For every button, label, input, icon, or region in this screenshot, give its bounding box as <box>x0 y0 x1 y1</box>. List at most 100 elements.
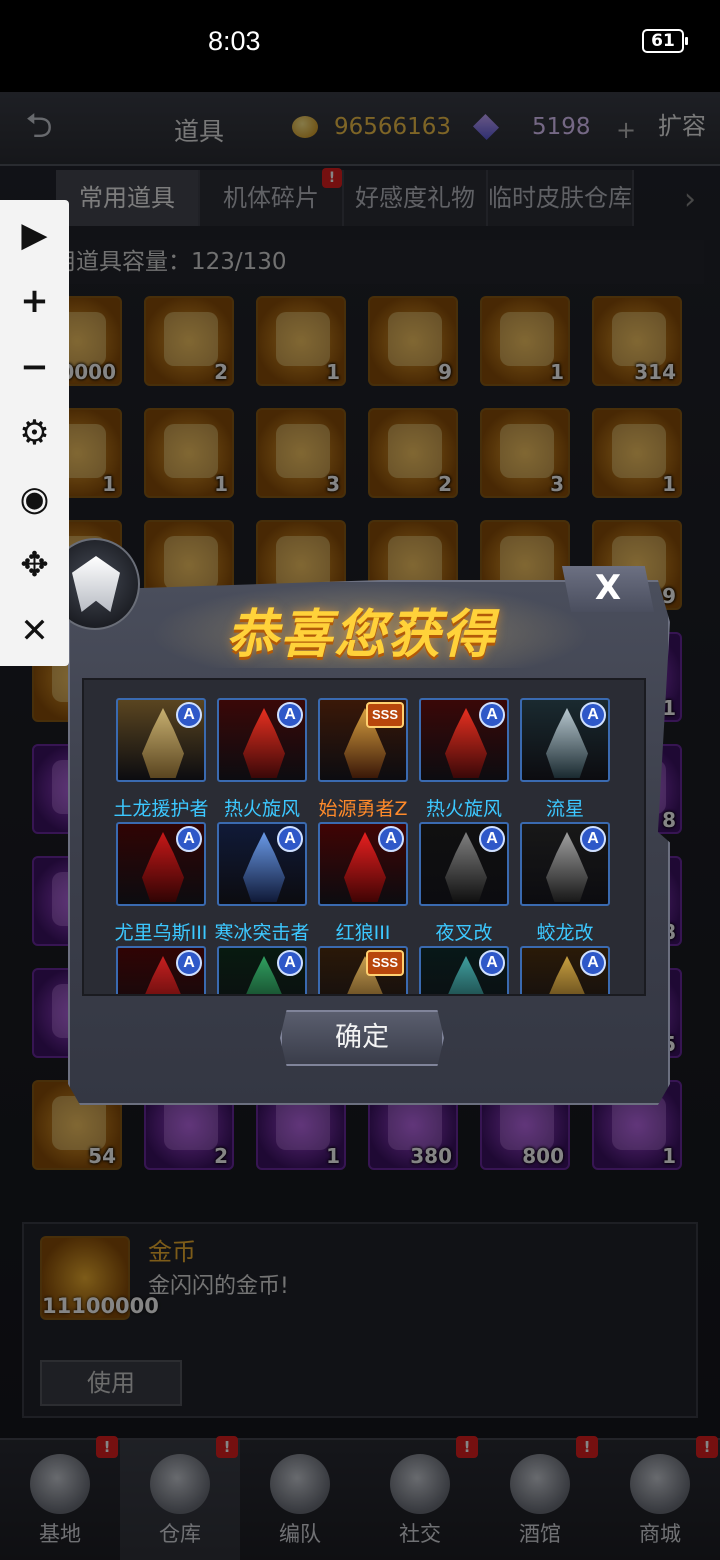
inventory-slot[interactable]: 1 <box>592 408 682 498</box>
reward-thumbnail: A <box>116 822 206 906</box>
reward-name: 夜叉改 <box>435 922 493 944</box>
add-gems-button[interactable]: + <box>616 116 636 144</box>
reward-thumbnail: A <box>116 946 206 994</box>
nav-label: 商城 <box>639 1522 681 1546</box>
eye-icon[interactable]: ◉ <box>0 466 69 532</box>
confirm-button[interactable]: 确定 <box>280 1010 444 1066</box>
nav-shop[interactable]: 商城 ! <box>600 1436 720 1560</box>
item-count: 9 <box>438 360 452 384</box>
notification-badge: ! <box>96 1436 118 1458</box>
inventory-slot[interactable]: 3 <box>256 408 346 498</box>
reward-thumbnail: A <box>520 822 610 906</box>
reward-thumbnail: SSS <box>318 698 408 782</box>
item-count: 8 <box>662 808 676 832</box>
mecha-head-icon <box>72 556 120 612</box>
item-count: 2 <box>214 360 228 384</box>
nav-label: 编队 <box>279 1522 321 1546</box>
tab-common-items[interactable]: 常用道具 <box>56 170 200 226</box>
reward-name: 热火旋风 <box>425 798 502 820</box>
tab-affinity-gifts[interactable]: 好感度礼物 <box>344 170 488 226</box>
coin-icon <box>292 116 318 138</box>
rank-badge: A <box>479 826 505 852</box>
rank-badge: A <box>580 826 606 852</box>
item-icon <box>500 424 554 478</box>
coin-balance: 96566163 <box>334 114 452 140</box>
tab-temp-skin-storage[interactable]: 临时皮肤仓库 <box>488 170 634 226</box>
close-button[interactable]: X <box>562 566 654 612</box>
nav-formation[interactable]: 编队 <box>240 1440 360 1560</box>
notification-badge: ! <box>322 168 342 188</box>
handshake-icon <box>390 1454 450 1514</box>
inventory-slot[interactable]: 2 <box>144 296 234 386</box>
nav-tavern[interactable]: 酒馆 ! <box>480 1436 600 1560</box>
move-icon[interactable]: ✥ <box>0 532 69 598</box>
inventory-slot[interactable]: 1 <box>144 408 234 498</box>
reward-name: 尤里乌斯III <box>114 922 208 944</box>
item-count: 800 <box>522 1144 564 1168</box>
base-star-icon <box>30 1454 90 1514</box>
inventory-slot[interactable]: 3 <box>480 408 570 498</box>
inventory-slot[interactable]: 9 <box>368 296 458 386</box>
notification-badge: ! <box>216 1436 238 1458</box>
gear-icon[interactable]: ⚙ <box>0 400 69 466</box>
item-count: 3 <box>550 472 564 496</box>
item-description: 金闪闪的金币! <box>148 1274 289 1299</box>
rank-badge: A <box>277 702 303 728</box>
reward-thumbnail: A <box>419 946 509 994</box>
nav-label: 社交 <box>399 1522 441 1546</box>
item-count: 1 <box>214 472 228 496</box>
back-button[interactable]: ⮌ <box>8 106 70 146</box>
notification-badge: ! <box>456 1436 478 1458</box>
reward-thumbnail: A <box>419 822 509 906</box>
item-count: 1 <box>326 1144 340 1168</box>
play-icon[interactable]: ▶ <box>0 202 69 268</box>
close-icon[interactable]: ✕ <box>0 598 69 664</box>
rank-badge: A <box>176 826 202 852</box>
inventory-slot[interactable]: 314 <box>592 296 682 386</box>
rank-badge: A <box>277 950 303 976</box>
inventory-tabs: 常用道具 机体碎片 ! 好感度礼物 临时皮肤仓库 <box>56 168 696 226</box>
rank-badge: A <box>580 950 606 976</box>
rank-badge: A <box>479 950 505 976</box>
inventory-slot[interactable]: 2 <box>368 408 458 498</box>
nav-label: 基地 <box>39 1522 81 1546</box>
status-time: 8:03 <box>208 26 261 56</box>
reward-thumbnail: A <box>116 698 206 782</box>
plus-icon[interactable]: + <box>0 268 69 334</box>
inventory-slot[interactable]: 1 <box>256 296 346 386</box>
rank-badge: A <box>378 826 404 852</box>
item-icon <box>500 312 554 366</box>
reward-name: 流星 <box>545 798 584 820</box>
shop-robot-icon <box>630 1454 690 1514</box>
item-icon <box>388 424 442 478</box>
item-count: 314 <box>634 360 676 384</box>
inventory-slot[interactable]: 1 <box>480 296 570 386</box>
reward-name: 蛟龙改 <box>536 922 594 944</box>
notification-badge: ! <box>696 1436 718 1458</box>
top-bar: ⮌ 道具 96566163 5198 + 扩容 <box>0 92 720 166</box>
use-button[interactable]: 使用 <box>40 1360 182 1406</box>
item-count: 1 <box>550 360 564 384</box>
nav-social[interactable]: 社交 ! <box>360 1436 480 1560</box>
reward-thumbnail: A <box>318 822 408 906</box>
reward-thumbnail: A <box>217 946 307 994</box>
warehouse-crate-icon <box>150 1454 210 1514</box>
nav-warehouse[interactable]: 仓库 ! <box>120 1436 240 1560</box>
item-count: 380 <box>410 1144 452 1168</box>
item-count: 2 <box>214 1144 228 1168</box>
chevron-right-icon[interactable]: › <box>684 182 696 217</box>
minus-icon[interactable]: − <box>0 334 69 400</box>
reward-thumbnail: A <box>217 822 307 906</box>
expand-button[interactable]: 扩容 <box>658 106 706 141</box>
nav-label: 仓库 <box>159 1522 201 1546</box>
page-title: 道具 <box>174 117 225 146</box>
reward-dialog: 恭喜您获得 A 土龙援护者 A 热火旋风 SSS 始源勇者Z A 热火旋风 A 流星 A 尤里乌斯II… <box>68 580 670 1105</box>
reward-name: 红狼III <box>335 922 391 944</box>
item-icon <box>388 312 442 366</box>
notification-badge: ! <box>576 1436 598 1458</box>
item-icon <box>276 536 330 590</box>
nav-base[interactable]: 基地 ! <box>0 1436 120 1560</box>
bottom-nav: 基地 ! 仓库 ! 编队 社交 ! 酒馆 ! 商城 ! <box>0 1436 720 1560</box>
reward-thumbnail: A <box>419 698 509 782</box>
helmet-icon <box>270 1454 330 1514</box>
